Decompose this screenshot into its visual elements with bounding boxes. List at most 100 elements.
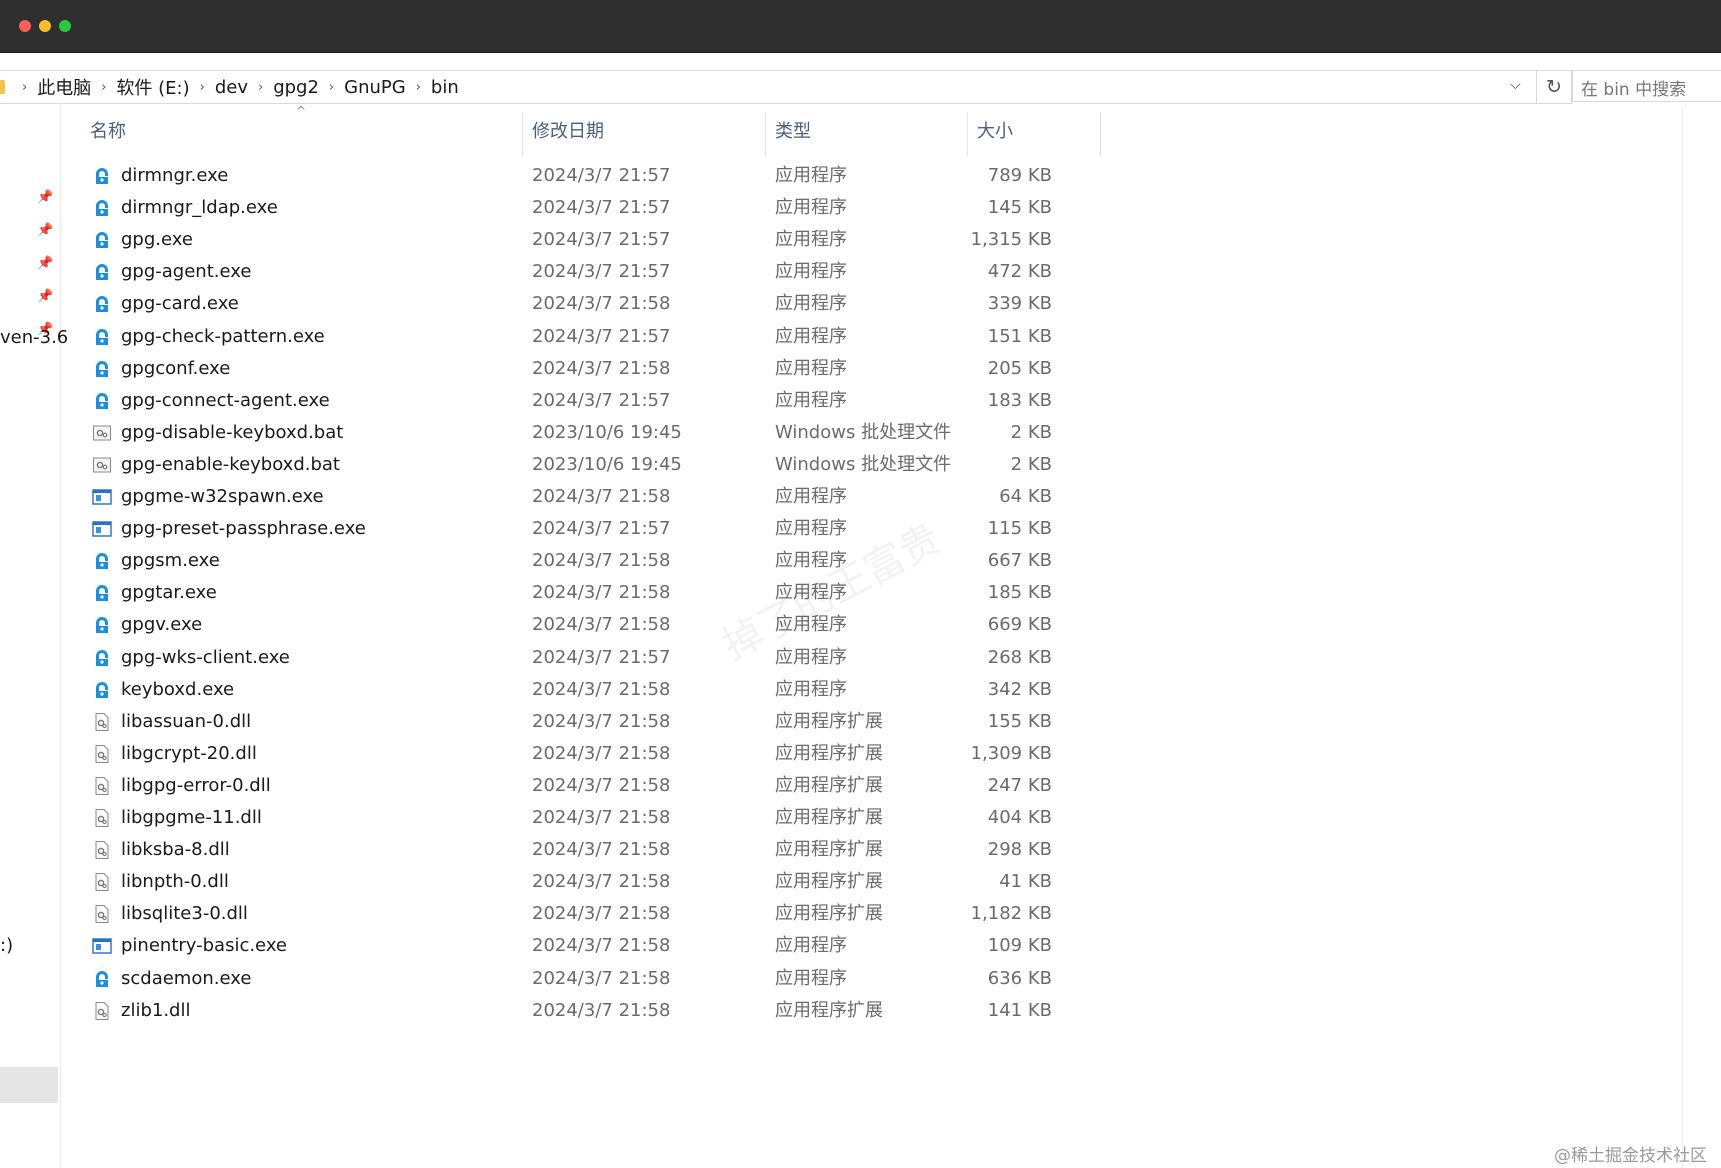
close-window-button[interactable] xyxy=(19,20,31,32)
file-row[interactable]: gpg-agent.exe 2024/3/7 21:57 应用程序 472 KB xyxy=(82,256,1102,288)
pin-icon[interactable]: 📌 xyxy=(37,256,53,272)
chevron-right-icon[interactable]: › xyxy=(254,80,267,95)
file-type: 应用程序 xyxy=(775,646,847,668)
chevron-right-icon[interactable]: › xyxy=(18,80,31,95)
file-row[interactable]: scdaemon.exe 2024/3/7 21:58 应用程序 636 KB xyxy=(82,963,1102,995)
file-row[interactable]: gpg.exe 2024/3/7 21:57 应用程序 1,315 KB xyxy=(82,224,1102,256)
file-row[interactable]: gpg-preset-passphrase.exe 2024/3/7 21:57 应… xyxy=(82,513,1102,545)
file-row[interactable]: gpgconf.exe 2024/3/7 21:58 应用程序 205 KB xyxy=(82,353,1102,385)
dll-file-icon xyxy=(92,840,112,860)
file-type: 应用程序扩展 xyxy=(775,742,883,764)
dll-file-icon xyxy=(92,1001,112,1021)
file-name: keyboxd.exe xyxy=(121,678,235,700)
chevron-right-icon[interactable]: › xyxy=(196,80,209,95)
file-date: 2024/3/7 21:57 xyxy=(532,325,671,347)
file-row[interactable]: keyboxd.exe 2024/3/7 21:58 应用程序 342 KB xyxy=(82,674,1102,706)
file-name: gpg-connect-agent.exe xyxy=(121,389,330,411)
breadcrumb-item[interactable]: 软件 (E:) xyxy=(110,74,195,100)
file-row[interactable]: dirmngr.exe 2024/3/7 21:57 应用程序 789 KB xyxy=(82,160,1102,192)
file-size: 155 KB xyxy=(987,710,1052,732)
file-row[interactable]: gpg-card.exe 2024/3/7 21:58 应用程序 339 KB xyxy=(82,288,1102,320)
column-header-size[interactable]: 大小 xyxy=(977,108,1013,156)
pin-icon[interactable]: 📌 xyxy=(37,190,53,206)
nav-item-label[interactable]: :) xyxy=(0,935,13,956)
file-date: 2024/3/7 21:57 xyxy=(532,197,671,219)
file-row[interactable]: libsqlite3-0.dll 2024/3/7 21:58 应用程序扩展 1,18… xyxy=(82,898,1102,930)
chevron-down-icon[interactable]: ⌵ xyxy=(1510,77,1521,93)
dll-file-icon xyxy=(92,808,112,828)
column-divider[interactable] xyxy=(765,112,766,156)
file-row[interactable]: libgcrypt-20.dll 2024/3/7 21:58 应用程序扩展 1,30… xyxy=(82,738,1102,770)
file-row[interactable]: libassuan-0.dll 2024/3/7 21:58 应用程序扩展 155 K… xyxy=(82,706,1102,738)
file-row[interactable]: zlib1.dll 2024/3/7 21:58 应用程序扩展 141 KB xyxy=(82,995,1102,1027)
file-name: gpgme-w32spawn.exe xyxy=(121,486,324,507)
pin-icon[interactable]: 📌 xyxy=(37,289,53,305)
file-type: 应用程序扩展 xyxy=(775,903,883,925)
dll-file-icon xyxy=(92,904,112,924)
file-row[interactable]: libgpgme-11.dll 2024/3/7 21:58 应用程序扩展 404 K… xyxy=(82,802,1102,834)
column-header-name[interactable]: 名称 xyxy=(90,108,126,156)
navigation-pane: 📌 📌 📌 📌 📌 ven-3.6 :) xyxy=(0,103,68,1168)
file-date: 2024/3/7 21:58 xyxy=(532,550,671,572)
file-type: 应用程序 xyxy=(775,550,847,572)
file-row[interactable]: gpg-enable-keyboxd.bat 2023/10/6 19:45 Win… xyxy=(82,449,1102,481)
file-row[interactable]: libgpg-error-0.dll 2024/3/7 21:58 应用程序扩展 24… xyxy=(82,770,1102,802)
maximize-window-button[interactable] xyxy=(59,20,71,32)
nav-item-selected[interactable] xyxy=(0,1067,58,1103)
file-size: 183 KB xyxy=(987,389,1052,411)
file-date: 2024/3/7 21:57 xyxy=(532,261,671,283)
nav-item-label[interactable]: ven-3.6 xyxy=(0,327,68,348)
column-divider[interactable] xyxy=(522,112,523,156)
gnupg-app-icon xyxy=(92,615,112,635)
gnupg-app-icon xyxy=(92,262,112,282)
column-header-date[interactable]: 修改日期 xyxy=(532,108,604,156)
file-row[interactable]: gpgv.exe 2024/3/7 21:58 应用程序 669 KB xyxy=(82,609,1102,641)
file-size: 342 KB xyxy=(987,678,1052,700)
file-type: 应用程序 xyxy=(775,582,847,604)
address-bar[interactable]: › 此电脑 › 软件 (E:) › dev › gpg2 › GnuPG › bin ⌵ ↻ xyxy=(0,70,1572,104)
column-header-type[interactable]: 类型 xyxy=(775,108,811,156)
breadcrumb-item[interactable]: gpg2 xyxy=(267,77,325,98)
file-row[interactable]: gpgme-w32spawn.exe 2024/3/7 21:58 应用程序 64 K… xyxy=(82,481,1102,513)
file-row[interactable]: pinentry-basic.exe 2024/3/7 21:58 应用程序 109 … xyxy=(82,930,1102,962)
file-row[interactable]: gpg-wks-client.exe 2024/3/7 21:57 应用程序 268 … xyxy=(82,642,1102,674)
breadcrumb-item[interactable]: GnuPG xyxy=(338,77,412,98)
file-size: 636 KB xyxy=(987,967,1052,989)
chevron-right-icon[interactable]: › xyxy=(325,80,338,95)
search-input[interactable]: 在 bin 中搜索 xyxy=(1572,70,1721,102)
minimize-window-button[interactable] xyxy=(39,20,51,32)
file-row[interactable]: gpgtar.exe 2024/3/7 21:58 应用程序 185 KB xyxy=(82,577,1102,609)
file-row[interactable]: dirmngr_ldap.exe 2024/3/7 21:57 应用程序 145 KB xyxy=(82,192,1102,224)
breadcrumb-item[interactable]: 此电脑 xyxy=(31,74,97,100)
chevron-right-icon[interactable]: › xyxy=(97,80,110,95)
file-date: 2024/3/7 21:58 xyxy=(532,486,671,507)
file-name: libsqlite3-0.dll xyxy=(121,903,248,925)
file-name: gpg-agent.exe xyxy=(121,261,252,283)
file-name: gpg-card.exe xyxy=(121,293,239,315)
file-row[interactable]: gpg-connect-agent.exe 2024/3/7 21:57 应用程序 1… xyxy=(82,385,1102,417)
file-name: gpg-disable-keyboxd.bat xyxy=(121,421,344,443)
breadcrumb-item[interactable]: dev xyxy=(209,77,254,98)
file-size: 109 KB xyxy=(987,935,1052,957)
file-type: 应用程序 xyxy=(775,293,847,315)
dll-file-icon xyxy=(92,872,112,892)
file-row[interactable]: libnpth-0.dll 2024/3/7 21:58 应用程序扩展 41 KB xyxy=(82,866,1102,898)
chevron-right-icon[interactable]: › xyxy=(412,80,425,95)
file-date: 2024/3/7 21:58 xyxy=(532,357,671,379)
footer-watermark: @稀土掘金技术社区 xyxy=(1554,1146,1707,1166)
pin-icon[interactable]: 📌 xyxy=(37,223,53,239)
column-divider[interactable] xyxy=(967,112,968,156)
file-date: 2024/3/7 21:58 xyxy=(532,742,671,764)
file-row[interactable]: gpg-check-pattern.exe 2024/3/7 21:57 应用程序 1… xyxy=(82,321,1102,353)
column-divider[interactable] xyxy=(1100,112,1101,156)
dll-file-icon xyxy=(92,776,112,796)
refresh-icon[interactable]: ↻ xyxy=(1536,71,1571,103)
breadcrumb-item[interactable]: bin xyxy=(425,77,465,98)
file-name: gpg.exe xyxy=(121,229,193,251)
file-row[interactable]: gpgsm.exe 2024/3/7 21:58 应用程序 667 KB xyxy=(82,545,1102,577)
file-row[interactable]: gpg-disable-keyboxd.bat 2023/10/6 19:45 Wi… xyxy=(82,417,1102,449)
file-type: 应用程序 xyxy=(775,197,847,219)
file-date: 2024/3/7 21:58 xyxy=(532,871,671,893)
file-row[interactable]: libksba-8.dll 2024/3/7 21:58 应用程序扩展 298 KB xyxy=(82,834,1102,866)
file-date: 2023/10/6 19:45 xyxy=(532,453,682,475)
